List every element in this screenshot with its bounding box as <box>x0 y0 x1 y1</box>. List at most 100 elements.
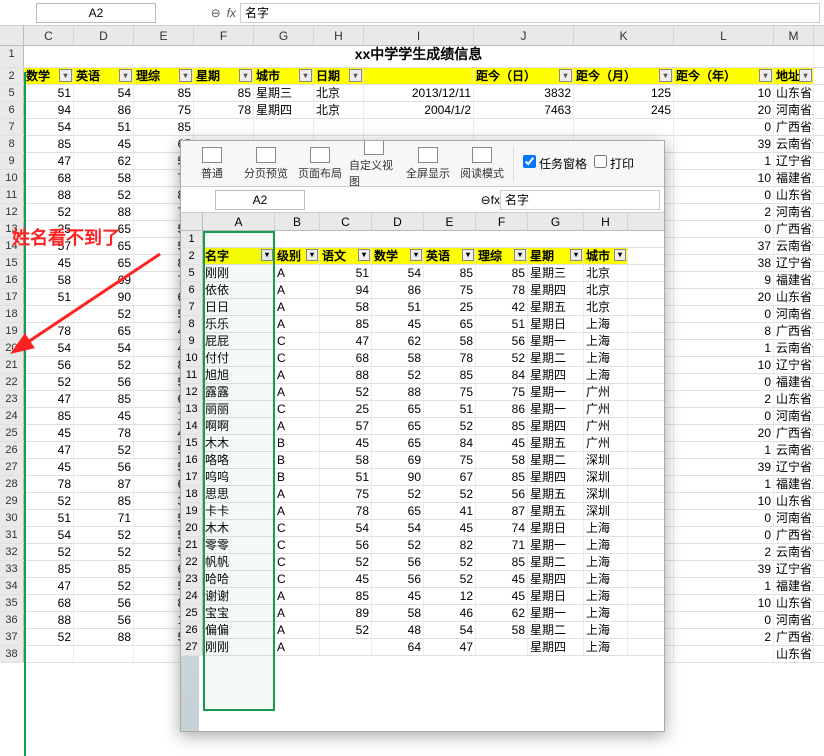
row-number[interactable]: 15 <box>181 435 203 451</box>
cell[interactable]: 86 <box>74 102 134 118</box>
cell[interactable]: 0 <box>674 374 774 390</box>
cell[interactable]: 75 <box>424 282 476 298</box>
row-number[interactable]: 25 <box>181 605 203 621</box>
filter-header[interactable]: 距今（年）▾ <box>674 68 774 84</box>
win2-fx-cancel-icon[interactable]: ⊖ <box>481 193 491 207</box>
win2-fx-icon[interactable]: fx <box>491 193 500 207</box>
cell[interactable]: 52 <box>424 418 476 434</box>
cell[interactable]: 85 <box>194 85 254 101</box>
cell[interactable]: 上海 <box>584 367 628 383</box>
cell[interactable]: 52 <box>24 544 74 560</box>
cell[interactable]: 78 <box>424 350 476 366</box>
cell[interactable]: 67 <box>424 469 476 485</box>
cell[interactable]: 0 <box>674 527 774 543</box>
view-readmode[interactable]: 阅读模式 <box>457 147 507 181</box>
row-number[interactable]: 5 <box>0 85 24 101</box>
cell[interactable]: 0 <box>674 221 774 237</box>
filter-dropdown-icon[interactable]: ▾ <box>410 249 422 261</box>
cell[interactable]: 52 <box>476 350 528 366</box>
cell[interactable]: 星期二 <box>528 554 584 570</box>
cell[interactable]: C <box>275 333 320 349</box>
cell[interactable]: 51 <box>320 265 372 281</box>
cell[interactable]: 星期四 <box>528 469 584 485</box>
cell[interactable]: A <box>275 282 320 298</box>
row-number[interactable]: 12 <box>0 204 24 220</box>
cell[interactable]: 辽宁省本溪市 <box>774 153 814 169</box>
cell[interactable]: 星期三 <box>528 265 584 281</box>
cell[interactable]: 广西省柳州市 <box>774 323 814 339</box>
cell[interactable]: 广州 <box>584 384 628 400</box>
win2-col-header-A[interactable]: A <box>203 213 275 230</box>
cell[interactable]: 咯咯 <box>203 452 275 468</box>
cell[interactable]: 58 <box>372 350 424 366</box>
cell[interactable]: 北京 <box>314 102 364 118</box>
cell[interactable]: 星期四 <box>528 639 584 655</box>
row-number[interactable]: 26 <box>181 622 203 638</box>
win2-col-header-H[interactable]: H <box>584 213 628 230</box>
cell[interactable]: 45 <box>476 588 528 604</box>
cell[interactable]: 52 <box>74 527 134 543</box>
cell[interactable]: 45 <box>320 571 372 587</box>
cell[interactable]: 上海 <box>584 350 628 366</box>
cell[interactable]: 上海 <box>584 639 628 655</box>
cell[interactable]: 北京 <box>584 282 628 298</box>
cell[interactable]: 85 <box>476 469 528 485</box>
cell[interactable]: C <box>275 571 320 587</box>
cell[interactable]: 帆帆 <box>203 554 275 570</box>
cell[interactable]: 39 <box>674 459 774 475</box>
cell[interactable]: B <box>275 435 320 451</box>
row-number[interactable]: 34 <box>0 578 24 594</box>
cell[interactable]: 56 <box>320 537 372 553</box>
cell[interactable]: 星期一 <box>528 537 584 553</box>
cell[interactable] <box>474 119 574 135</box>
cell[interactable]: 0 <box>674 187 774 203</box>
cell[interactable]: 54 <box>74 85 134 101</box>
cell[interactable]: 58 <box>320 452 372 468</box>
cell[interactable]: 85 <box>476 554 528 570</box>
cell[interactable]: 乐乐 <box>203 316 275 332</box>
cell[interactable]: 上海 <box>584 622 628 638</box>
cell[interactable] <box>254 119 314 135</box>
cell[interactable]: 88 <box>24 187 74 203</box>
cell[interactable]: 86 <box>372 282 424 298</box>
win2-filter-header[interactable]: 级别▾ <box>275 248 320 264</box>
win2-filter-header[interactable]: 名字▾ <box>203 248 275 264</box>
cell[interactable]: 零零 <box>203 537 275 553</box>
cell[interactable]: 星期日 <box>528 520 584 536</box>
cell[interactable]: 56 <box>372 554 424 570</box>
win2-col-header-E[interactable]: E <box>424 213 476 230</box>
cell[interactable]: 辽宁省本溪市 <box>774 357 814 373</box>
col-header-L[interactable]: L <box>674 26 774 45</box>
cell[interactable]: 52 <box>24 629 74 645</box>
filter-dropdown-icon[interactable]: ▾ <box>349 69 362 82</box>
cell[interactable]: 星期五 <box>528 503 584 519</box>
row-number[interactable]: 25 <box>0 425 24 441</box>
cell[interactable]: 52 <box>74 442 134 458</box>
cell[interactable]: 47 <box>24 391 74 407</box>
cell[interactable]: 星期五 <box>528 435 584 451</box>
cell[interactable]: A <box>275 605 320 621</box>
cell[interactable]: 旭旭 <box>203 367 275 383</box>
filter-dropdown-icon[interactable]: ▾ <box>239 69 252 82</box>
row-number[interactable]: 14 <box>181 418 203 434</box>
cell[interactable]: 75 <box>320 486 372 502</box>
cell[interactable]: 福建省厦门市 <box>774 170 814 186</box>
win2-filter-header[interactable]: 英语▾ <box>424 248 476 264</box>
col-header-K[interactable]: K <box>574 26 674 45</box>
row-number[interactable]: 28 <box>0 476 24 492</box>
cell[interactable]: 9 <box>674 272 774 288</box>
cell[interactable]: 37 <box>674 238 774 254</box>
cell[interactable]: 上海 <box>584 588 628 604</box>
cell[interactable]: 云南省保山市 <box>774 340 814 356</box>
cell[interactable]: 58 <box>320 299 372 315</box>
row-number[interactable]: 37 <box>0 629 24 645</box>
cell[interactable]: 45 <box>24 425 74 441</box>
cell[interactable]: 51 <box>24 510 74 526</box>
cell[interactable]: 78 <box>24 476 74 492</box>
win2-col-header-B[interactable]: B <box>275 213 320 230</box>
cell[interactable]: 94 <box>320 282 372 298</box>
win2-filter-header[interactable]: 理综▾ <box>476 248 528 264</box>
cell[interactable]: A <box>275 486 320 502</box>
filter-header[interactable]: 日期▾ <box>314 68 364 84</box>
cell[interactable]: 56 <box>476 333 528 349</box>
